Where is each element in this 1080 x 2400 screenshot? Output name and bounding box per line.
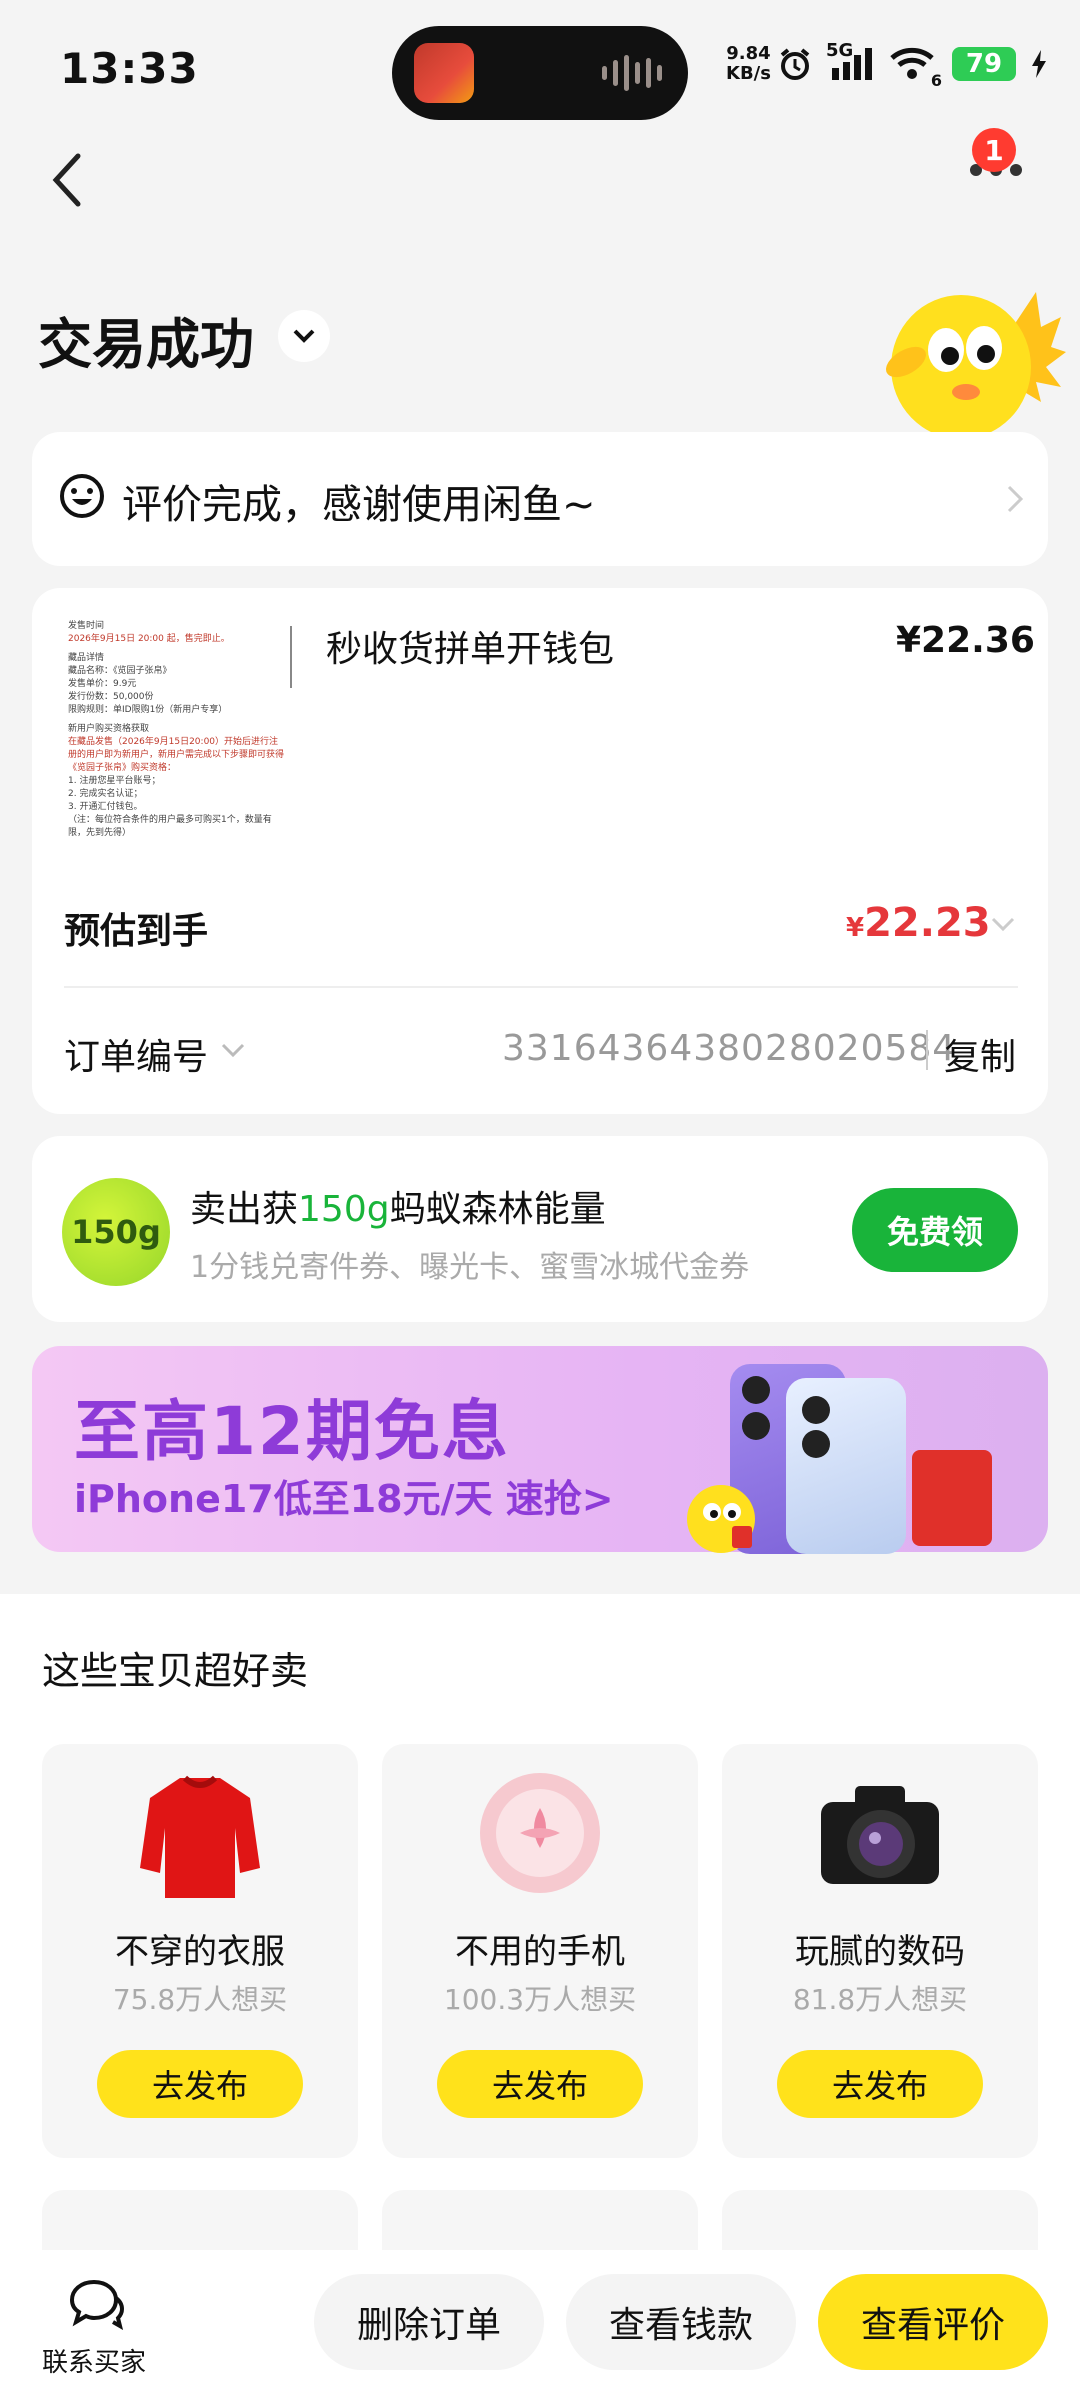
banner-headline: 至高12期免息 <box>74 1393 510 1470</box>
tile-want-count: 81.8万人想买 <box>792 1983 968 2016</box>
app-icon <box>414 43 474 103</box>
tile-name: 不穿的衣服 <box>115 1932 285 1972</box>
ant-forest-title: 卖出获150g蚂蚁森林能量 <box>190 1189 606 1230</box>
product-thumbnail[interactable]: 发售时间 2026年9月15日 20:00 起，售完即止。 藏品详情 藏品名称：… <box>62 612 292 848</box>
tile-want-count: 75.8万人想买 <box>112 1983 288 2016</box>
order-number: 3316436438028020584 <box>502 1028 957 1069</box>
tile-name: 玩腻的数码 <box>795 1932 965 1972</box>
net-speed: 9.84 KB/s <box>726 43 771 84</box>
chevron-right-icon <box>1007 485 1024 513</box>
camera-icon <box>821 1786 939 1884</box>
dynamic-island[interactable] <box>392 26 688 120</box>
battery-indicator: 79 <box>952 47 1016 81</box>
contact-buyer-button[interactable]: 联系买家 <box>42 2342 146 2379</box>
recommend-tile[interactable]: 不穿的衣服 75.8万人想买 去发布 <box>42 1744 358 2158</box>
view-review-button[interactable]: 查看评价 <box>818 2274 1048 2370</box>
charging-icon <box>1032 50 1046 78</box>
signal-icon: 5G <box>826 40 876 82</box>
recommend-title: 这些宝贝超好卖 <box>42 1649 309 1693</box>
product-price: ¥22.36 <box>896 620 1035 661</box>
status-expand-button[interactable] <box>278 310 330 362</box>
separator <box>926 1030 928 1070</box>
alarm-icon <box>780 48 810 80</box>
recommend-tile[interactable] <box>382 2190 698 2250</box>
notification-badge: 1 <box>972 128 1016 172</box>
estimated-price[interactable]: ¥22.23 <box>846 900 991 946</box>
chevron-down-icon[interactable] <box>990 916 1016 934</box>
energy-badge: 150g <box>62 1178 170 1286</box>
recommend-tile[interactable]: 玩腻的数码 81.8万人想买 去发布 <box>722 1744 1038 2158</box>
recommend-tile[interactable] <box>42 2190 358 2250</box>
tile-want-count: 100.3万人想买 <box>443 1983 637 2016</box>
banner-subline[interactable]: iPhone17低至18元/天 速抢> <box>74 1468 614 1523</box>
fish-mascot-icon <box>886 292 1066 432</box>
chevron-down-icon <box>293 329 315 343</box>
order-number-label[interactable]: 订单编号 <box>64 1028 208 1080</box>
status-icons: 5G 6 79 <box>778 40 1048 90</box>
recommend-tile[interactable]: 不用的手机 100.3万人想买 去发布 <box>382 1744 698 2158</box>
product-title[interactable]: 秒收货拼单开钱包 <box>326 620 614 672</box>
tile-name: 不用的手机 <box>455 1932 625 1972</box>
back-arrow-icon[interactable] <box>48 150 88 210</box>
publish-button[interactable]: 去发布 <box>437 2050 643 2118</box>
phone-case-icon <box>480 1773 600 1893</box>
sweater-icon <box>140 1775 260 1898</box>
smile-icon <box>60 474 104 518</box>
chevron-down-icon[interactable] <box>220 1042 246 1060</box>
page-title: 交易成功 <box>38 313 254 376</box>
red-envelope-icon <box>912 1450 992 1546</box>
copy-button[interactable]: 复制 <box>944 1028 1016 1080</box>
publish-button[interactable]: 去发布 <box>777 2050 983 2118</box>
thumbnail-divider <box>290 626 292 688</box>
wifi-icon: 6 <box>890 46 942 90</box>
view-money-button[interactable]: 查看钱款 <box>566 2274 796 2370</box>
audio-wave-icon <box>602 54 662 92</box>
status-time: 13:33 <box>60 44 199 93</box>
fish-mascot-icon <box>687 1485 755 1553</box>
delete-order-button[interactable]: 删除订单 <box>314 2274 544 2370</box>
divider <box>64 986 1018 988</box>
phone-image <box>786 1378 906 1554</box>
free-claim-button[interactable]: 免费领 <box>852 1188 1018 1272</box>
estimated-label: 预估到手 <box>64 911 209 952</box>
ant-forest-subtitle: 1分钱兑寄件券、曝光卡、蜜雪冰城代金券 <box>190 1250 750 1285</box>
recommend-tile[interactable] <box>722 2190 1038 2250</box>
chat-icon[interactable] <box>66 2278 126 2330</box>
publish-button[interactable]: 去发布 <box>97 2050 303 2118</box>
evaluation-text: 评价完成，感谢使用闲鱼~ <box>122 482 596 528</box>
